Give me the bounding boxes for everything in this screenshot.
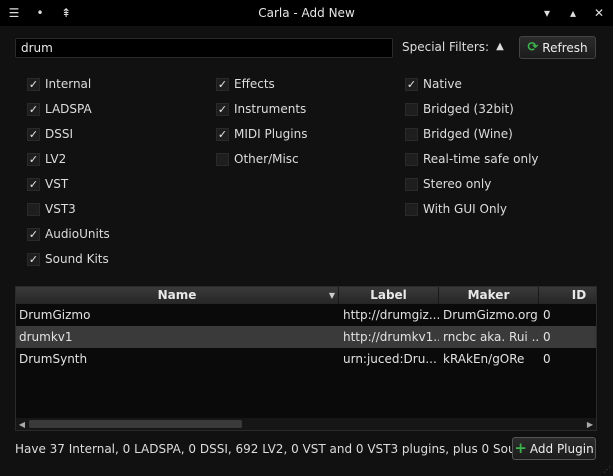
scroll-right-icon[interactable]: ▶: [584, 418, 596, 430]
checkbox[interactable]: ✓: [27, 152, 40, 166]
add-plugin-label: Add Plugin: [529, 441, 594, 456]
scrollbar-thumb[interactable]: [29, 420, 242, 428]
filter-vst[interactable]: ✓ VST: [27, 175, 68, 193]
special-filters-label: Special Filters:: [402, 40, 490, 54]
checkbox[interactable]: [27, 202, 40, 216]
filter-midi-plugins[interactable]: ✓ MIDI Plugins: [216, 125, 307, 143]
column-header-id[interactable]: ID: [539, 287, 596, 304]
minimize-icon[interactable]: ▾: [539, 5, 555, 21]
filter-sound-kits[interactable]: ✓ Sound Kits: [27, 250, 109, 268]
checkbox[interactable]: ✓: [216, 127, 229, 141]
column-header-name[interactable]: Name ▼: [16, 287, 339, 304]
plugin-table: Name ▼ Label Maker ID DrumGizmo http://d…: [15, 286, 597, 431]
refresh-label: Refresh: [542, 40, 588, 55]
filter-bridged-32bit[interactable]: Bridged (32bit): [405, 100, 514, 118]
cell-maker: rncbc aka. Rui ...: [443, 330, 539, 344]
title-bar: ☰ • ⇞ Carla - Add New ▾ ▴ ✕: [0, 0, 613, 26]
status-text: Have 37 Internal, 0 LADSPA, 0 DSSI, 692 …: [15, 442, 557, 456]
filter-dssi[interactable]: ✓ DSSI: [27, 125, 73, 143]
maximize-icon[interactable]: ▴: [565, 5, 581, 21]
plus-icon: +: [514, 439, 527, 457]
cell-label: http://drumkv1....: [343, 330, 439, 344]
checkbox[interactable]: [405, 127, 418, 141]
horizontal-scrollbar[interactable]: ◀ ▶: [16, 418, 596, 430]
cell-name: DrumSynth: [19, 352, 88, 366]
add-new-dialog: Special Filters: ▲ ⟳ Refresh ✓Internal ✓…: [0, 26, 613, 476]
table-row[interactable]: DrumGizmo http://drumgiz... DrumGizmo.or…: [16, 304, 596, 326]
filter-internal[interactable]: ✓ Internal: [27, 75, 91, 93]
scroll-left-icon[interactable]: ◀: [16, 418, 28, 430]
filter-native[interactable]: ✓ Native: [405, 75, 462, 93]
search-input[interactable]: [15, 38, 393, 58]
checkbox[interactable]: ✓: [216, 77, 229, 91]
column-header-maker[interactable]: Maker: [439, 287, 539, 304]
filter-ladspa[interactable]: ✓ LADSPA: [27, 100, 92, 118]
checkbox[interactable]: [216, 152, 229, 166]
checkbox[interactable]: [405, 152, 418, 166]
filter-effects[interactable]: ✓ Effects: [216, 75, 275, 93]
cell-label: http://drumgiz...: [343, 308, 439, 322]
checkbox[interactable]: ✓: [27, 177, 40, 191]
checkbox[interactable]: [405, 202, 418, 216]
filter-stereo-only[interactable]: Stereo only: [405, 175, 491, 193]
special-filters-toggle-icon[interactable]: ▲: [493, 39, 507, 53]
checkbox[interactable]: ✓: [27, 127, 40, 141]
checkbox[interactable]: ✓: [27, 227, 40, 241]
filter-audiounits[interactable]: ✓ AudioUnits: [27, 225, 110, 243]
resize-grip-icon[interactable]: ⋰: [603, 465, 611, 474]
filter-panel: ✓ Internal ✓ LADSPA ✓ DSSI ✓ LV2 ✓ VST VST3 ✓…: [0, 75, 613, 275]
window-title: Carla - Add New: [258, 6, 355, 20]
cell-id: 0: [543, 308, 551, 322]
checkbox[interactable]: ✓: [216, 102, 229, 116]
filter-lv2[interactable]: ✓ LV2: [27, 150, 66, 168]
table-row[interactable]: DrumSynth urn:juced:Dru... kRAkEn/gORe 0: [16, 348, 596, 370]
cell-label: urn:juced:Dru...: [343, 352, 437, 366]
checkbox[interactable]: ✓: [27, 252, 40, 266]
cell-maker: DrumGizmo.org: [443, 308, 538, 322]
checkbox[interactable]: [405, 102, 418, 116]
close-icon[interactable]: ✕: [591, 5, 607, 21]
refresh-button[interactable]: ⟳ Refresh: [519, 36, 596, 59]
filter-other-misc[interactable]: Other/Misc: [216, 150, 299, 168]
cell-name: drumkv1: [19, 330, 73, 344]
table-row-selected[interactable]: drumkv1 http://drumkv1.... rncbc aka. Ru…: [16, 326, 596, 348]
filter-instruments[interactable]: ✓ Instruments: [216, 100, 306, 118]
cell-maker: kRAkEn/gORe: [443, 352, 525, 366]
refresh-icon: ⟳: [527, 40, 539, 55]
checkbox[interactable]: ✓: [27, 102, 40, 116]
cell-name: DrumGizmo: [19, 308, 91, 322]
filter-bridged-wine[interactable]: Bridged (Wine): [405, 125, 513, 143]
filter-realtime-safe[interactable]: Real-time safe only: [405, 150, 539, 168]
cell-id: 0: [543, 330, 551, 344]
filter-with-gui-only[interactable]: With GUI Only: [405, 200, 507, 218]
checkbox[interactable]: ✓: [27, 77, 40, 91]
cell-id: 0: [543, 352, 551, 366]
column-header-label[interactable]: Label: [339, 287, 439, 304]
add-plugin-button[interactable]: + Add Plugin: [512, 437, 596, 460]
checkbox[interactable]: [405, 177, 418, 191]
sort-descending-icon: ▼: [328, 291, 335, 300]
checkbox[interactable]: ✓: [405, 77, 418, 91]
table-header: Name ▼ Label Maker ID: [16, 287, 596, 304]
filter-vst3[interactable]: VST3: [27, 200, 76, 218]
